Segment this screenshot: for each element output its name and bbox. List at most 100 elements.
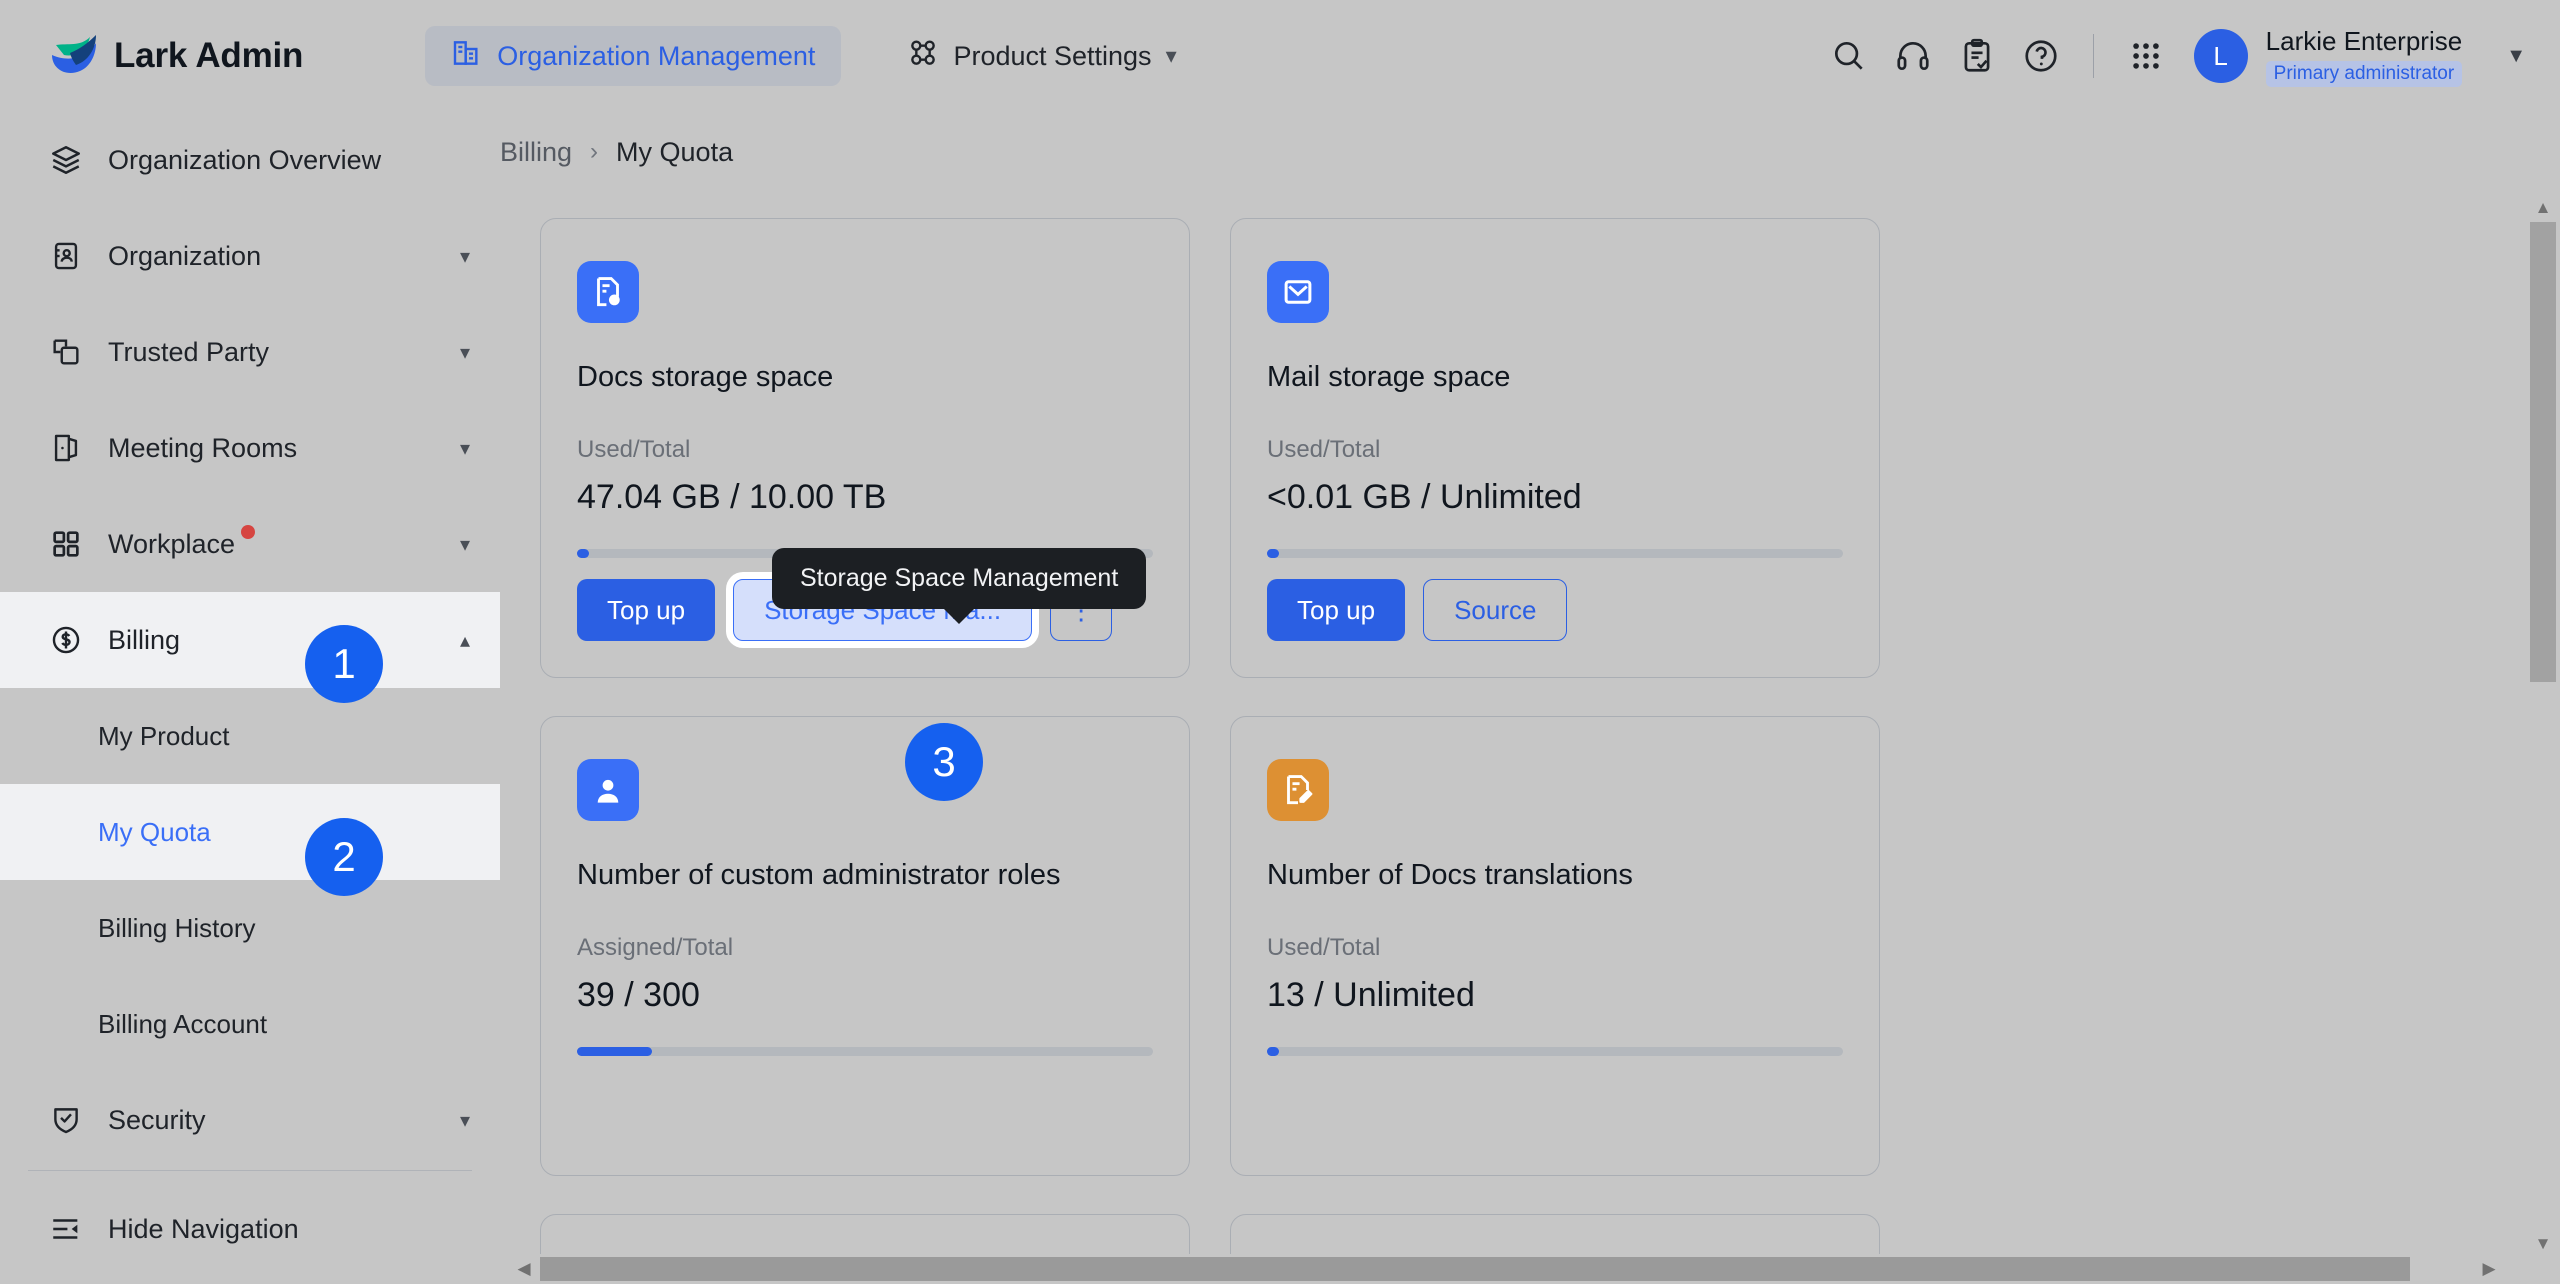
top-icon-bar: L Larkie Enterprise Primary administrato…	[1817, 24, 2526, 88]
sidebar-item-trusted-party[interactable]: Trusted Party ▾	[0, 304, 500, 400]
sidebar-subitem-label: Billing Account	[98, 1008, 268, 1039]
sidebar-subitem-label: My Quota	[98, 816, 211, 847]
top-up-button[interactable]: Top up	[577, 579, 716, 641]
quota-progress-fill	[577, 1047, 652, 1056]
lark-logo-icon	[46, 33, 98, 79]
vertical-scrollbar[interactable]: ▲ ▼	[2526, 194, 2560, 1284]
help-circle-icon[interactable]	[2009, 24, 2073, 88]
horizontal-scrollbar[interactable]: ◀ ▶	[500, 1254, 2560, 1284]
quota-card-metric-label: Used/Total	[577, 436, 691, 463]
chevron-down-icon[interactable]: ▾	[460, 340, 470, 365]
breadcrumb: Billing › My Quota	[500, 112, 2560, 192]
chevron-down-icon: ▾	[1165, 43, 1177, 68]
sidebar-subitem-billing-account[interactable]: Billing Account	[0, 976, 500, 1072]
headset-icon[interactable]	[1881, 24, 1945, 88]
sidebar-item-label: Workplace	[108, 528, 236, 559]
step-marker-1: 1	[305, 625, 383, 703]
avatar: L	[2193, 29, 2248, 83]
quota-card: Mail storage space Used/Total <0.01 GB /…	[1230, 218, 1880, 678]
tab-organization-management-label: Organization Management	[497, 40, 816, 71]
grid-squares-icon	[46, 524, 86, 564]
source-button[interactable]: Source	[1423, 579, 1568, 641]
quota-progress-bar	[577, 1047, 1153, 1056]
sidebar-item-label: Billing	[108, 624, 181, 655]
clipboard-check-icon[interactable]	[1945, 24, 2009, 88]
chevron-down-icon[interactable]: ▾	[460, 244, 470, 269]
quota-card-metric-value: 13 / Unlimited	[1267, 976, 1475, 1014]
quota-card-metric-value: <0.01 GB / Unlimited	[1267, 478, 1582, 516]
sidebar-subitem-my-product[interactable]: My Product	[0, 688, 500, 784]
quota-card-grid: Docs storage space Used/Total 47.04 GB /…	[540, 218, 2532, 1266]
quota-card-metric-value: 47.04 GB / 10.00 TB	[577, 478, 887, 516]
vertical-scroll-thumb[interactable]	[2530, 222, 2556, 682]
tab-organization-management[interactable]: Organization Management	[425, 26, 842, 86]
shield-check-icon	[46, 1100, 86, 1140]
contact-card-icon	[46, 236, 86, 276]
breadcrumb-separator-icon: ›	[590, 138, 599, 165]
quota-card: Number of custom administrator roles Ass…	[540, 716, 1190, 1176]
brand-name: Lark Admin	[114, 36, 304, 75]
top-nav-tabs: Organization Management Product Settings…	[425, 26, 1202, 86]
sidebar-item-security[interactable]: Security ▾	[0, 1072, 500, 1168]
docs-storage-icon	[577, 261, 639, 323]
sidebar-item-label: Security	[108, 1104, 206, 1135]
chevron-up-icon[interactable]: ▴	[460, 628, 470, 653]
quota-card-metric-value: 39 / 300	[577, 976, 700, 1014]
sidebar-item-label: Organization Overview	[108, 144, 382, 175]
sidebar-item-label: Meeting Rooms	[108, 432, 298, 463]
hide-navigation-button[interactable]: Hide Navigation	[0, 1174, 500, 1284]
content-area: Billing › My Quota Docs storage space Us…	[500, 112, 2560, 1284]
mail-icon	[1267, 261, 1329, 323]
user-role-badge: Primary administrator	[2265, 61, 2463, 88]
quota-progress-fill	[1267, 1047, 1279, 1056]
quota-card-metric-label: Used/Total	[1267, 436, 1381, 463]
scroll-right-arrow-icon[interactable]: ▶	[2475, 1254, 2503, 1284]
layers-icon	[46, 140, 86, 180]
top-bar: Lark Admin Organization Management Produ…	[0, 0, 2560, 112]
tab-product-settings-label: Product Settings	[953, 40, 1152, 71]
sidebar-item-billing[interactable]: Billing ▴	[0, 592, 500, 688]
horizontal-scroll-thumb[interactable]	[540, 1257, 2410, 1281]
sidebar-item-label: Trusted Party	[108, 336, 270, 367]
quota-progress-fill	[577, 549, 589, 558]
quota-panel: Docs storage space Used/Total 47.04 GB /…	[500, 194, 2532, 1266]
sidebar-scroll-area: Organization Overview Organization ▾ Tru…	[0, 112, 500, 1177]
user-menu-caret-icon[interactable]: ▼	[2506, 45, 2526, 68]
dollar-circle-icon	[46, 620, 86, 660]
quota-card: Docs storage space Used/Total 47.04 GB /…	[540, 218, 1190, 678]
collapse-nav-icon	[46, 1209, 86, 1249]
top-up-button[interactable]: Top up	[1267, 579, 1406, 641]
tab-product-settings[interactable]: Product Settings ▾	[881, 26, 1202, 86]
user-menu[interactable]: L Larkie Enterprise Primary administrato…	[2193, 25, 2526, 88]
user-badge-icon	[577, 759, 639, 821]
scroll-left-arrow-icon[interactable]: ◀	[510, 1254, 538, 1284]
sidebar-subitem-my-quota[interactable]: My Quota	[0, 784, 500, 880]
sidebar-item-meeting-rooms[interactable]: Meeting Rooms ▾	[0, 400, 500, 496]
doc-edit-icon	[1267, 759, 1329, 821]
quota-card-actions: Top up Source	[1267, 579, 1568, 641]
step-marker-2: 2	[305, 818, 383, 896]
scroll-up-arrow-icon[interactable]: ▲	[2526, 194, 2560, 222]
breadcrumb-billing[interactable]: Billing	[500, 137, 572, 168]
breadcrumb-my-quota: My Quota	[616, 136, 734, 167]
sidebar-item-workplace[interactable]: Workplace ▾	[0, 496, 500, 592]
chevron-down-icon[interactable]: ▾	[460, 532, 470, 557]
quota-card-metric-label: Assigned/Total	[577, 934, 734, 961]
sidebar-subitem-billing-history[interactable]: Billing History	[0, 880, 500, 976]
search-icon[interactable]	[1817, 24, 1881, 88]
quota-card: Number of Docs translations Used/Total 1…	[1230, 716, 1880, 1176]
brand[interactable]: Lark Admin	[46, 33, 303, 79]
sidebar-item-organization-overview[interactable]: Organization Overview	[0, 112, 500, 208]
sidebar-item-organization[interactable]: Organization ▾	[0, 208, 500, 304]
storage-space-management-tooltip: Storage Space Management	[772, 548, 1147, 609]
hide-navigation-label: Hide Navigation	[108, 1213, 299, 1244]
quota-progress-fill	[1267, 549, 1279, 558]
chevron-down-icon[interactable]: ▾	[460, 436, 470, 461]
quota-card-title: Number of custom administrator roles	[577, 859, 1061, 891]
chevron-down-icon[interactable]: ▾	[460, 1108, 470, 1133]
user-name: Larkie Enterprise	[2265, 25, 2463, 56]
quota-card-title: Number of Docs translations	[1267, 859, 1633, 891]
quota-card-title: Docs storage space	[577, 361, 834, 393]
app-grid-icon[interactable]	[2114, 24, 2178, 88]
org-building-icon	[451, 37, 483, 76]
